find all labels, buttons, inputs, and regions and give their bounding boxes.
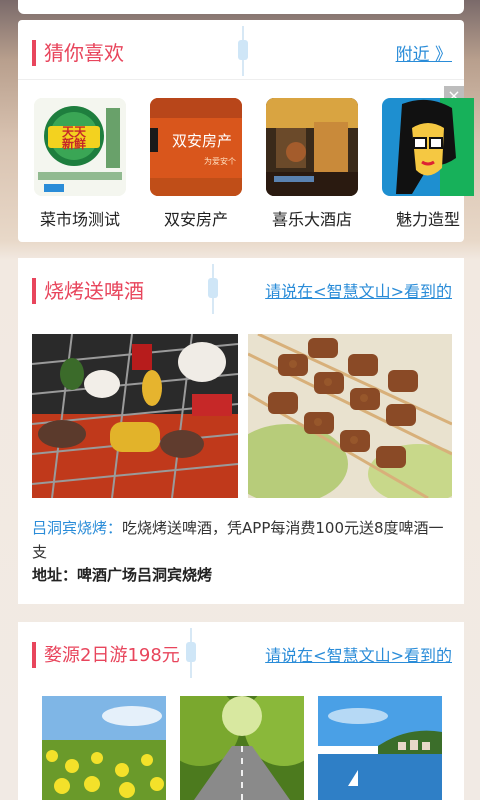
trip-header: 婺源2日游198元 请说在<智慧文山>看到的 [18,622,464,682]
guess-header: 猜你喜欢 附近 》 [18,20,464,80]
bbq-grill-photo [32,334,238,498]
recommend-item-hotel[interactable]: 喜乐大酒店 [266,98,358,230]
logo-text-2: 新鲜 [62,136,86,151]
recommend-list: 天天 新鲜 菜市场测试 双安房产 为爱安个 双安房产 喜乐大酒店 魅力造型 [18,98,474,238]
trip-field-photo [42,696,166,800]
recommend-item-salon[interactable]: 魅力造型 [382,98,474,230]
realestate-sign: 双安房产 [172,132,232,150]
bbq-description: 吕洞宾烧烤：吃烧烤送啤酒，凭APP每消费100元送8度啤酒一支 [32,516,452,564]
bbq-title: 烧烤送啤酒 [44,279,144,303]
pin-decoration [238,26,248,76]
recommend-item-market[interactable]: 天天 新鲜 菜市场测试 [34,98,126,230]
pin-decoration [186,628,196,678]
bbq-address: 地址：啤酒广场吕洞宾烧烤 [32,566,213,584]
pin-decoration [208,264,218,314]
trip-promo-card[interactable]: 婺源2日游198元 请说在<智慧文山>看到的 [18,622,464,800]
hotel-image [266,98,358,196]
previous-card-edge [18,0,464,14]
bbq-skewer-photo [248,334,452,498]
bbq-shop-name[interactable]: 吕洞宾烧烤： [32,519,122,537]
title-accent-bar [32,642,36,668]
bbq-source-link[interactable]: 请说在<智慧文山>看到的 [265,278,452,302]
recommend-item-name: 双安房产 [163,210,228,229]
nearby-link[interactable]: 附近 》 [396,40,452,65]
recommend-item-realestate[interactable]: 双安房产 为爱安个 双安房产 [150,98,242,230]
recommend-item-name: 喜乐大酒店 [271,210,352,229]
realestate-slogan: 为爱安个 [204,156,236,166]
guess-title: 猜你喜欢 [44,41,124,65]
title-accent-bar [32,278,36,304]
salon-image [382,98,474,196]
realestate-image: 双安房产 为爱安个 [150,98,242,196]
trip-title: 婺源2日游198元 [44,645,180,666]
bbq-header: 烧烤送啤酒 请说在<智慧文山>看到的 [18,258,464,318]
guess-you-like-card: 猜你喜欢 附近 》 × 天天 新鲜 菜市场测试 双安房产 为爱安个 双安房产 喜… [18,20,474,242]
recommend-item-name: 魅力造型 [395,210,460,229]
market-logo-image: 天天 新鲜 [34,98,126,196]
trip-road-photo [180,696,304,800]
trip-lake-photo [318,696,442,800]
bbq-promo-card[interactable]: 烧烤送啤酒 请说在<智慧文山>看到的 吕洞宾烧烤：吃烧烤送啤酒，凭APP每消费1… [18,258,464,604]
recommend-item-name: 菜市场测试 [39,210,120,229]
title-accent-bar [32,40,36,66]
trip-source-link[interactable]: 请说在<智慧文山>看到的 [265,642,452,666]
